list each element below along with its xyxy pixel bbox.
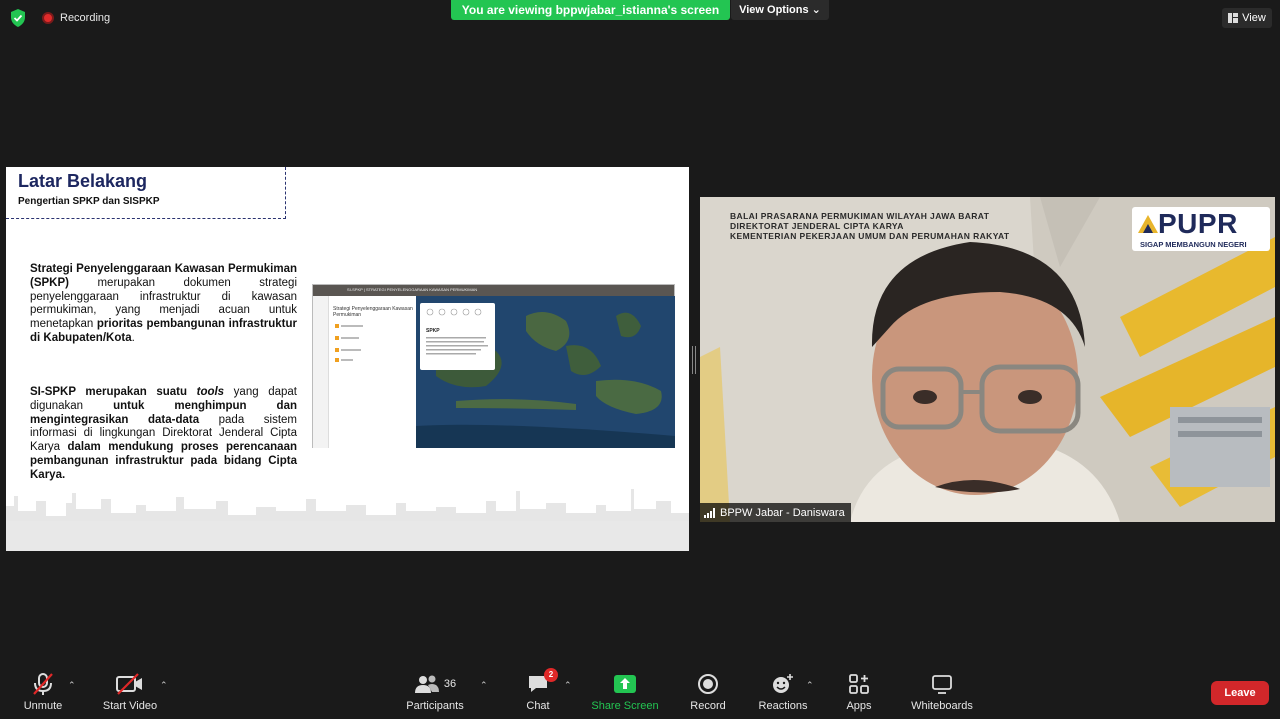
view-options-label: View Options bbox=[739, 4, 809, 16]
slide-title: Latar Belakang bbox=[18, 171, 148, 191]
slide-paragraph-spkp: Strategi Penyelenggaraan Kawasan Permuki… bbox=[30, 263, 297, 344]
microphone-muted-icon bbox=[30, 671, 56, 697]
institution-header: BALAI PRASARANA PERMUKIMAN WILAYAH JAWA … bbox=[730, 211, 1010, 241]
meeting-status-area: Recording bbox=[8, 8, 110, 28]
view-label: View bbox=[1242, 12, 1266, 24]
participants-icon bbox=[414, 675, 439, 693]
participant-name: BPPW Jabar - Daniswara bbox=[720, 506, 845, 519]
participants-count: 36 bbox=[443, 678, 457, 690]
meeting-controls-toolbar: Unmute ⌃ Start Video ⌃ 36 Participants ⌃ bbox=[0, 663, 1280, 719]
chevron-down-icon: ⌄ bbox=[811, 4, 821, 16]
city-skyline-decoration bbox=[6, 489, 689, 551]
app-sidebar bbox=[313, 296, 329, 448]
participants-options-caret-icon[interactable]: ⌃ bbox=[480, 680, 488, 691]
apps-icon bbox=[849, 674, 869, 694]
slide-title-box: Latar Belakang Pengertian SPKP dan SISPK… bbox=[6, 167, 286, 219]
encryption-shield-icon[interactable] bbox=[8, 8, 28, 28]
panel-resize-handle[interactable] bbox=[692, 346, 696, 374]
whiteboard-icon bbox=[932, 675, 952, 694]
reactions-button[interactable]: Reactions bbox=[741, 671, 825, 712]
audio-options-caret-icon[interactable]: ⌃ bbox=[68, 680, 76, 691]
chat-options-caret-icon[interactable]: ⌃ bbox=[564, 680, 572, 691]
app-screenshot: SI-SPKP | STRATEGI PENYELENGGARAAN KAWAS… bbox=[312, 284, 675, 448]
app-layer-panel: Strategi Penyelenggaraan Kawasan Permuki… bbox=[329, 296, 416, 448]
record-icon bbox=[698, 674, 718, 694]
reactions-options-caret-icon[interactable]: ⌃ bbox=[806, 680, 814, 691]
grid-view-icon bbox=[1228, 13, 1239, 23]
screen-share-banner: You are viewing bppwjabar_istianna's scr… bbox=[451, 0, 730, 20]
map-info-popup: SPKP bbox=[420, 303, 495, 370]
participant-name-tag: BPPW Jabar - Daniswara bbox=[700, 503, 851, 522]
record-button[interactable]: Record bbox=[666, 671, 750, 712]
app-header-bar: SI-SPKP | STRATEGI PENYELENGGARAAN KAWAS… bbox=[313, 285, 674, 296]
pupr-emblem-icon bbox=[1138, 215, 1158, 233]
chat-unread-badge: 2 bbox=[544, 668, 558, 682]
pupr-logo: PUPR SIGAP MEMBANGUN NEGERI bbox=[1132, 207, 1270, 251]
map-view: SPKP bbox=[416, 296, 675, 448]
apps-button[interactable]: Apps bbox=[817, 671, 901, 712]
reactions-smiley-icon bbox=[773, 674, 793, 693]
view-button[interactable]: View bbox=[1222, 8, 1272, 28]
chat-button[interactable]: 2 Chat bbox=[496, 668, 580, 712]
whiteboards-button[interactable]: Whiteboards bbox=[900, 671, 984, 712]
recording-label: Recording bbox=[60, 12, 111, 24]
leave-button[interactable]: Leave bbox=[1211, 681, 1269, 705]
slide-subtitle: Pengertian SPKP dan SISPKP bbox=[18, 196, 160, 207]
signal-strength-icon bbox=[704, 507, 715, 518]
start-video-button[interactable]: Start Video bbox=[88, 671, 172, 712]
recording-indicator[interactable]: Recording bbox=[42, 12, 110, 24]
unmute-button[interactable]: Unmute bbox=[1, 671, 85, 712]
video-options-caret-icon[interactable]: ⌃ bbox=[160, 680, 168, 691]
share-screen-arrow-icon bbox=[614, 675, 636, 693]
recording-dot-icon bbox=[42, 12, 54, 24]
shared-screen-slide: Latar Belakang Pengertian SPKP dan SISPK… bbox=[6, 167, 689, 551]
participant-video-tile[interactable]: BALAI PRASARANA PERMUKIMAN WILAYAH JAWA … bbox=[700, 197, 1275, 522]
share-screen-button[interactable]: Share Screen bbox=[583, 671, 667, 712]
video-camera-off-icon bbox=[115, 671, 145, 697]
view-options-button[interactable]: View Options ⌄ bbox=[731, 0, 829, 20]
slide-paragraph-sispkp: SI-SPKP merupakan suatu tools yang dapat… bbox=[30, 386, 298, 481]
participants-button[interactable]: 36 Participants bbox=[393, 671, 477, 712]
